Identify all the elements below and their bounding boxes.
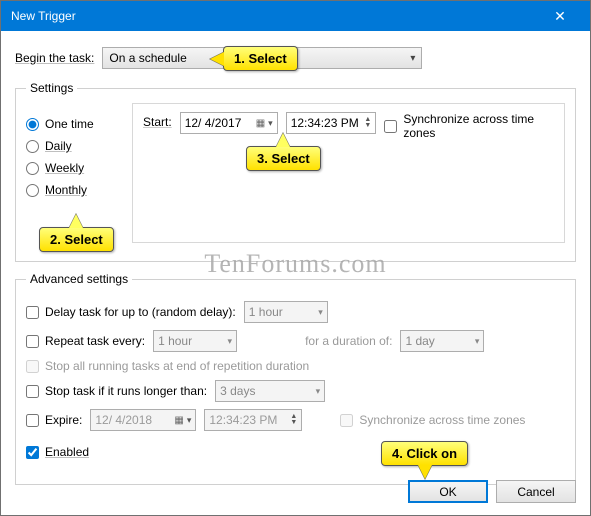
enabled-label: Enabled xyxy=(45,445,89,459)
cancel-button[interactable]: Cancel xyxy=(496,480,576,503)
delay-row: Delay task for up to (random delay): 1 h… xyxy=(26,301,565,323)
delay-dropdown: 1 hour ▾ xyxy=(244,301,328,323)
expire-label: Expire: xyxy=(45,413,82,427)
calendar-icon: ▦ xyxy=(256,118,265,129)
start-label: Start: xyxy=(143,112,172,129)
radio-one-time[interactable]: One time xyxy=(26,117,122,131)
chevron-down-icon: ▾ xyxy=(268,118,273,129)
ok-button[interactable]: OK xyxy=(408,480,488,503)
duration-value: 1 day xyxy=(405,334,434,348)
delay-label: Delay task for up to (random delay): xyxy=(45,305,236,319)
expire-input[interactable] xyxy=(26,414,39,427)
chevron-down-icon: ▾ xyxy=(318,307,323,318)
duration-dropdown: 1 day ▾ xyxy=(400,330,484,352)
start-time-picker[interactable]: 12:34:23 PM ▲▼ xyxy=(286,112,377,134)
stop-if-row: Stop task if it runs longer than: 3 days… xyxy=(26,380,565,402)
repeat-row: Repeat task every: 1 hour ▾ for a durati… xyxy=(26,330,565,352)
radio-monthly[interactable]: Monthly xyxy=(26,183,122,197)
repeat-checkbox[interactable]: Repeat task every: xyxy=(26,334,145,348)
titlebar: New Trigger ✕ xyxy=(1,1,590,31)
spinner-icon: ▲▼ xyxy=(290,414,297,426)
stop-running-checkbox: Stop all running tasks at end of repetit… xyxy=(26,359,309,373)
stop-if-value: 3 days xyxy=(220,384,255,398)
start-panel: Start: 12/ 4/2017 ▦ ▾ 12:34:23 PM ▲▼ Syn… xyxy=(132,103,565,243)
stop-if-checkbox[interactable]: Stop task if it runs longer than: xyxy=(26,384,207,398)
stop-if-dropdown: 3 days ▾ xyxy=(215,380,325,402)
repeat-dropdown: 1 hour ▾ xyxy=(153,330,237,352)
delay-checkbox[interactable]: Delay task for up to (random delay): xyxy=(26,305,236,319)
callout-4: 4. Click on xyxy=(381,441,468,466)
expire-date-value: 12/ 4/2018 xyxy=(95,413,152,427)
advanced-legend: Advanced settings xyxy=(26,272,132,286)
spinner-icon: ▲▼ xyxy=(364,117,371,129)
radio-daily-input[interactable] xyxy=(26,140,39,153)
expire-row: Expire: 12/ 4/2018 ▦ ▾ 12:34:23 PM ▲▼ Sy… xyxy=(26,409,565,431)
repeat-value: 1 hour xyxy=(158,334,192,348)
repeat-label: Repeat task every: xyxy=(45,334,145,348)
radio-daily-label: Daily xyxy=(45,139,72,153)
radio-one-time-input[interactable] xyxy=(26,118,39,131)
advanced-group: Advanced settings Delay task for up to (… xyxy=(15,272,576,485)
chevron-down-icon: ▾ xyxy=(228,336,233,347)
callout-1: 1. Select xyxy=(223,46,298,71)
radio-weekly-input[interactable] xyxy=(26,162,39,175)
enabled-row: Enabled xyxy=(26,445,565,459)
settings-legend: Settings xyxy=(26,81,77,95)
sync-timezones-label: Synchronize across time zones xyxy=(403,112,554,140)
expire-sync-label: Synchronize across time zones xyxy=(359,413,525,427)
enabled-input[interactable] xyxy=(26,446,39,459)
window-title: New Trigger xyxy=(11,9,540,23)
sync-timezones-input[interactable] xyxy=(384,120,397,133)
chevron-down-icon: ▾ xyxy=(475,336,480,347)
calendar-icon: ▦ xyxy=(174,415,183,426)
expire-sync-input xyxy=(340,414,353,427)
cancel-button-label: Cancel xyxy=(517,485,554,499)
begin-task-value: On a schedule xyxy=(109,51,186,65)
radio-monthly-label: Monthly xyxy=(45,183,87,197)
callout-2: 2. Select xyxy=(39,227,114,252)
expire-time-value: 12:34:23 PM xyxy=(209,413,277,427)
repeat-input[interactable] xyxy=(26,335,39,348)
sync-timezones-checkbox[interactable]: Synchronize across time zones xyxy=(384,112,554,140)
dialog-content: Begin the task: On a schedule ▾ Settings… xyxy=(1,31,590,509)
ok-button-label: OK xyxy=(439,485,456,499)
start-date-value: 12/ 4/2017 xyxy=(185,116,242,130)
expire-sync-checkbox: Synchronize across time zones xyxy=(340,413,525,427)
radio-weekly[interactable]: Weekly xyxy=(26,161,122,175)
stop-if-input[interactable] xyxy=(26,385,39,398)
radio-monthly-input[interactable] xyxy=(26,184,39,197)
stop-running-row: Stop all running tasks at end of repetit… xyxy=(26,359,565,373)
radio-weekly-label: Weekly xyxy=(45,161,84,175)
radio-daily[interactable]: Daily xyxy=(26,139,122,153)
delay-input[interactable] xyxy=(26,306,39,319)
chevron-down-icon: ▾ xyxy=(410,53,415,64)
duration-label: for a duration of: xyxy=(305,334,392,348)
expire-date-picker: 12/ 4/2018 ▦ ▾ xyxy=(90,409,196,431)
callout-3: 3. Select xyxy=(246,146,321,171)
expire-checkbox[interactable]: Expire: xyxy=(26,413,82,427)
start-date-picker[interactable]: 12/ 4/2017 ▦ ▾ xyxy=(180,112,278,134)
enabled-checkbox[interactable]: Enabled xyxy=(26,445,89,459)
chevron-down-icon: ▾ xyxy=(316,386,321,397)
stop-if-label: Stop task if it runs longer than: xyxy=(45,384,207,398)
start-time-value: 12:34:23 PM xyxy=(291,116,359,130)
dialog-buttons: OK Cancel xyxy=(408,480,576,503)
close-icon[interactable]: ✕ xyxy=(540,8,580,25)
delay-value: 1 hour xyxy=(249,305,283,319)
stop-running-input xyxy=(26,360,39,373)
chevron-down-icon: ▾ xyxy=(187,415,192,426)
expire-time-picker: 12:34:23 PM ▲▼ xyxy=(204,409,302,431)
stop-running-label: Stop all running tasks at end of repetit… xyxy=(45,359,309,373)
radio-one-time-label: One time xyxy=(45,117,94,131)
begin-label: Begin the task: xyxy=(15,51,94,65)
